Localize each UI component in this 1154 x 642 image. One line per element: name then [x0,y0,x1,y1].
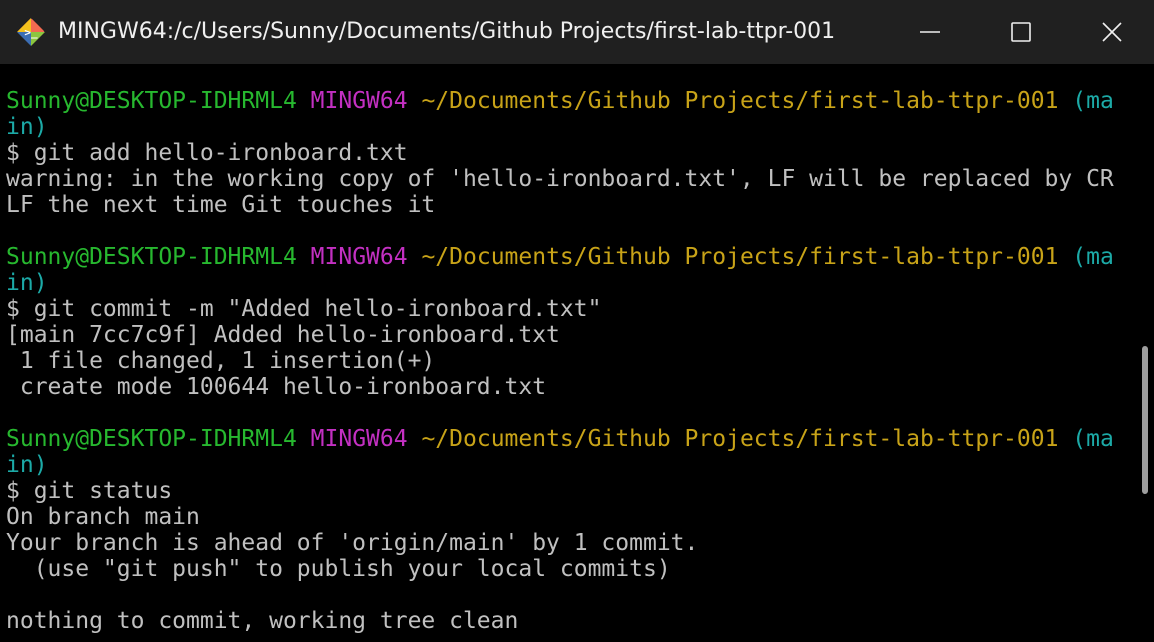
prompt-branch: (ma [1072,88,1114,114]
prompt-env: MINGW64 [310,244,408,270]
command-line: $ git status [6,478,173,504]
svg-text:>_: >_ [24,26,38,39]
close-icon [1102,22,1122,42]
output-line: warning: in the working copy of 'hello-i… [6,166,1114,192]
maximize-button[interactable] [975,0,1067,64]
command-line: $ git add hello-ironboard.txt [6,140,408,166]
output-line: create mode 100644 hello-ironboard.txt [6,374,547,400]
maximize-icon [1011,22,1031,42]
title-bar[interactable]: >_ MINGW64:/c/Users/Sunny/Documents/Gith… [0,0,1154,64]
terminal-window: >_ MINGW64:/c/Users/Sunny/Documents/Gith… [0,0,1154,642]
vertical-scrollbar[interactable] [1130,64,1154,642]
prompt-branch-wrap: in) [6,452,48,478]
prompt-line: Sunny@DESKTOP-IDHRML4 MINGW64 ~/Document… [6,244,1114,270]
prompt-path: ~/Documents/Github Projects/first-lab-tt… [421,244,1059,270]
output-line: Your branch is ahead of 'origin/main' by… [6,530,699,556]
prompt-branch-wrap: in) [6,270,48,296]
prompt-path: ~/Documents/Github Projects/first-lab-tt… [421,426,1059,452]
prompt-branch-wrap: in) [6,114,48,140]
minimize-button[interactable] [884,0,976,64]
scrollbar-thumb[interactable] [1142,346,1148,494]
close-button[interactable] [1066,0,1154,64]
output-line: 1 file changed, 1 insertion(+) [6,348,436,374]
prompt-env: MINGW64 [310,426,408,452]
prompt-line: Sunny@DESKTOP-IDHRML4 MINGW64 ~/Document… [6,426,1114,452]
output-line: nothing to commit, working tree clean [6,608,519,634]
prompt-user-host: Sunny@DESKTOP-IDHRML4 [6,244,297,270]
prompt-path: ~/Documents/Github Projects/first-lab-tt… [421,88,1059,114]
git-bash-icon: >_ [17,18,45,46]
prompt-env: MINGW64 [310,88,408,114]
prompt-line: Sunny@DESKTOP-IDHRML4 MINGW64 ~/Document… [6,88,1114,114]
prompt-user-host: Sunny@DESKTOP-IDHRML4 [6,426,297,452]
terminal-output[interactable]: Sunny@DESKTOP-IDHRML4 MINGW64 ~/Document… [0,64,1130,642]
prompt-branch: (ma [1072,426,1114,452]
output-line: LF the next time Git touches it [6,192,436,218]
output-line: [main 7cc7c9f] Added hello-ironboard.txt [6,322,560,348]
output-line: (use "git push" to publish your local co… [6,556,671,582]
command-line: $ git commit -m "Added hello-ironboard.t… [6,296,602,322]
window-title: MINGW64:/c/Users/Sunny/Documents/Github … [58,19,836,44]
output-line: On branch main [6,504,200,530]
minimize-icon [920,31,940,33]
prompt-branch: (ma [1072,244,1114,270]
prompt-user-host: Sunny@DESKTOP-IDHRML4 [6,88,297,114]
